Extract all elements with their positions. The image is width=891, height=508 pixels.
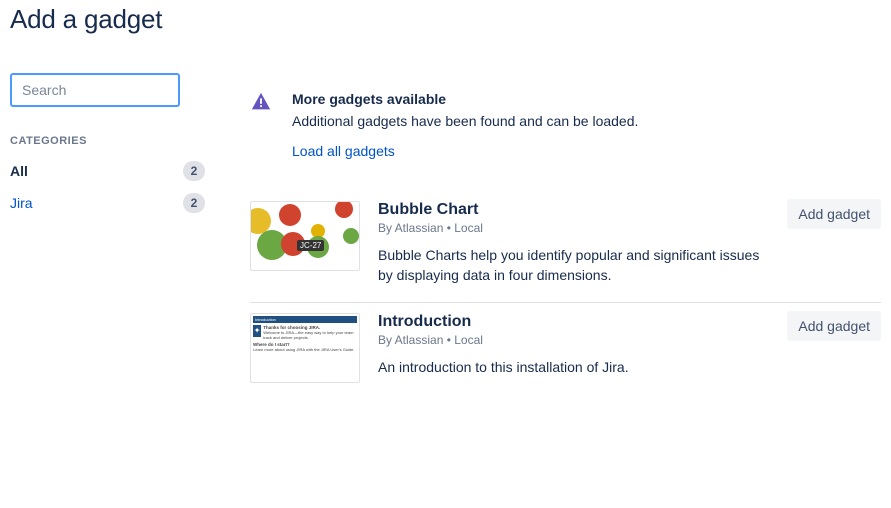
main-content: More gadgets available Additional gadget… bbox=[220, 73, 881, 399]
gadget-thumbnail: JC-27 bbox=[250, 201, 360, 271]
category-label: Jira bbox=[10, 195, 33, 211]
gadget-meta: By Atlassian • Local bbox=[378, 221, 771, 235]
thumb-badge: JC-27 bbox=[297, 240, 324, 251]
category-item-jira[interactable]: Jira 2 bbox=[10, 189, 205, 217]
notice-title: More gadgets available bbox=[292, 91, 881, 107]
category-count-badge: 2 bbox=[183, 161, 205, 181]
category-count-badge: 2 bbox=[183, 193, 205, 213]
gadget-meta: By Atlassian • Local bbox=[378, 333, 771, 347]
page-title: Add a gadget bbox=[10, 0, 881, 35]
gadget-row: Introduction ✦ Thanks for choosing JIRA.… bbox=[250, 303, 881, 399]
categories-heading: CATEGORIES bbox=[10, 135, 220, 147]
add-gadget-button[interactable]: Add gadget bbox=[787, 311, 881, 341]
notice-description: Additional gadgets have been found and c… bbox=[292, 113, 881, 129]
load-all-gadgets-link[interactable]: Load all gadgets bbox=[292, 143, 395, 159]
warning-icon bbox=[250, 91, 274, 115]
gadget-description: Bubble Charts help you identify popular … bbox=[378, 245, 771, 286]
search-input[interactable] bbox=[10, 73, 180, 107]
add-gadget-button[interactable]: Add gadget bbox=[787, 199, 881, 229]
gadget-title: Introduction bbox=[378, 313, 771, 331]
category-item-all[interactable]: All 2 bbox=[10, 157, 205, 185]
gadget-thumbnail: Introduction ✦ Thanks for choosing JIRA.… bbox=[250, 313, 360, 383]
notice-banner: More gadgets available Additional gadget… bbox=[250, 91, 881, 161]
gadget-title: Bubble Chart bbox=[378, 201, 771, 219]
category-label: All bbox=[10, 163, 28, 179]
sidebar: CATEGORIES All 2 Jira 2 bbox=[10, 73, 220, 399]
gadget-description: An introduction to this installation of … bbox=[378, 357, 771, 377]
gadget-row: JC-27 Bubble Chart By Atlassian • Local … bbox=[250, 191, 881, 303]
